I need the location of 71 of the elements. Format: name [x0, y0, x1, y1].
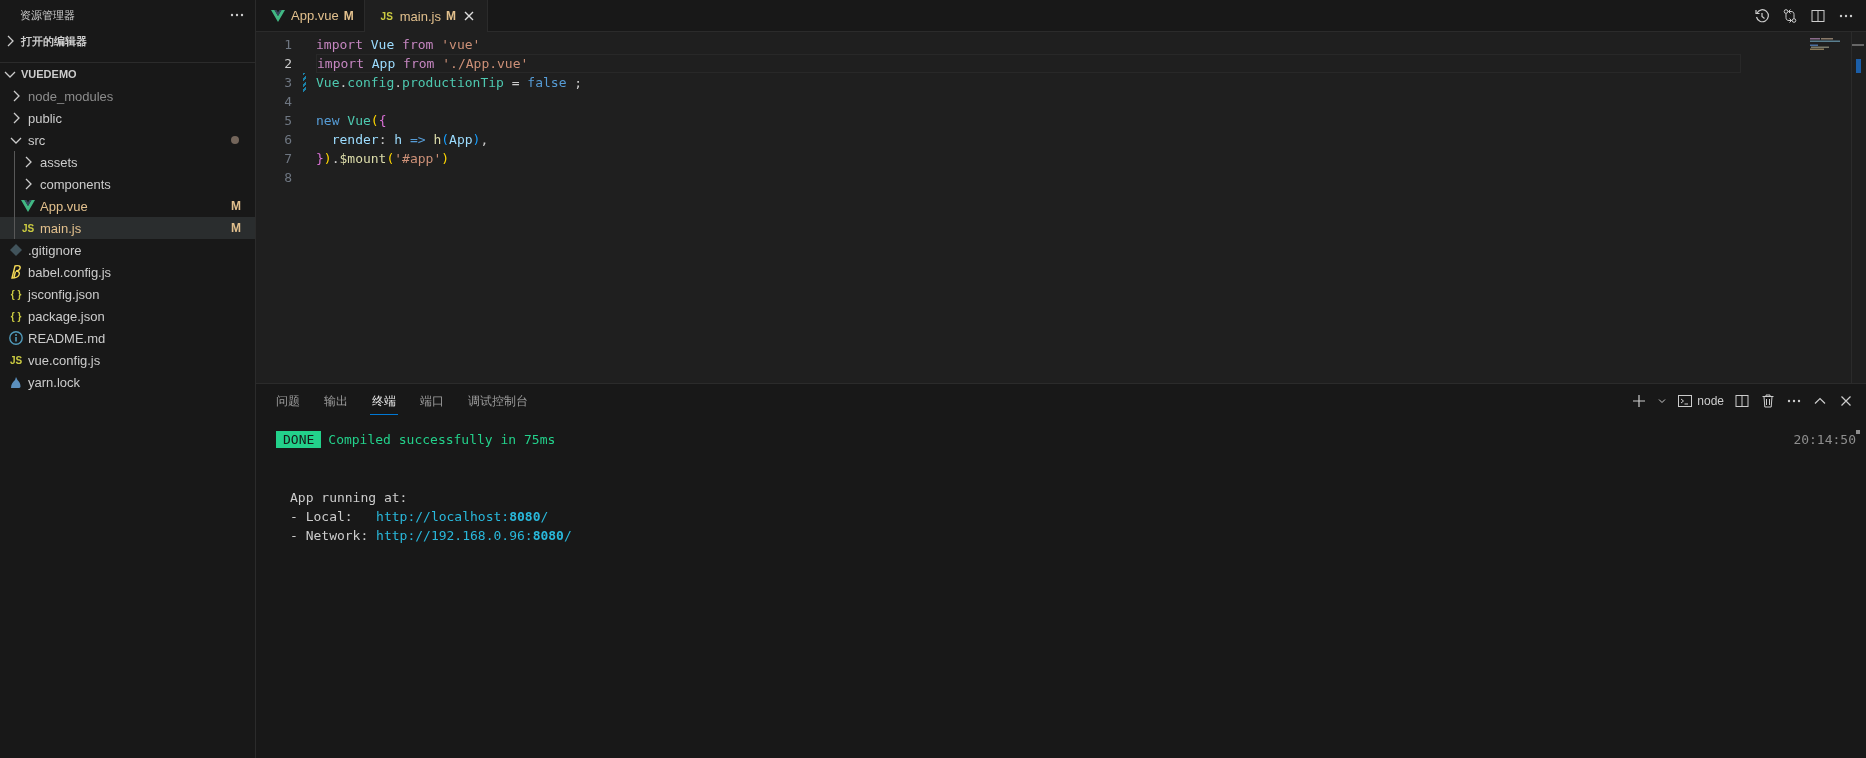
panel-tab[interactable]: 终端	[370, 387, 398, 415]
code-line: Vue.config.productionTip = false ;	[316, 75, 583, 90]
terminal-line: App running at:	[290, 489, 409, 507]
section-header[interactable]: VUEDEMO	[0, 62, 255, 85]
code-line: render: h => h(App),	[330, 132, 489, 147]
file-type-icon: JS	[8, 354, 24, 366]
url-link[interactable]: http://localhost:8080/	[376, 507, 549, 526]
file-type-icon: { }	[8, 310, 24, 322]
babel-icon	[8, 264, 24, 280]
terminal-selector[interactable]: node	[1677, 393, 1724, 409]
code-line: import App from './App.vue'	[317, 56, 529, 71]
terminal-label: - Local:	[290, 508, 354, 526]
tree-item[interactable]: node_modules	[0, 85, 255, 107]
tree-item[interactable]: assets	[0, 151, 255, 173]
file-type-icon: JS	[20, 222, 36, 234]
tree-item[interactable]: README.md	[0, 327, 255, 349]
line-number: 8	[283, 170, 292, 185]
scrollbar-marker	[1852, 44, 1864, 46]
tree-item[interactable]: components	[0, 173, 255, 195]
tree-item[interactable]: babel.config.js	[0, 261, 255, 283]
modified-label: M	[231, 199, 241, 213]
split-editor-icon[interactable]	[1810, 7, 1826, 24]
editor-tab[interactable]: JS main.js M	[364, 0, 488, 32]
vue-icon	[270, 7, 286, 24]
tree-item[interactable]: JS vue.config.js	[0, 349, 255, 371]
editor-tab[interactable]: App.vue M	[256, 0, 365, 31]
tree-item[interactable]: App.vue M	[0, 195, 255, 217]
line-number: 5	[283, 113, 292, 128]
line-number: 4	[283, 94, 292, 109]
line-number: 1	[283, 37, 292, 52]
status-badge: DONE	[276, 431, 322, 448]
chevron-down-icon[interactable]	[1657, 396, 1668, 406]
compare-changes-icon[interactable]	[1782, 7, 1798, 24]
diamond-icon	[8, 242, 24, 258]
sidebar-title: 资源管理器	[20, 7, 75, 23]
trash-icon[interactable]	[1760, 393, 1776, 409]
code-line: import Vue from 'vue'	[316, 37, 481, 52]
split-terminal-icon[interactable]	[1734, 393, 1750, 409]
panel-tab[interactable]: 调试控制台	[466, 387, 530, 415]
line-number: 3	[283, 75, 292, 90]
tree-item[interactable]: { } package.json	[0, 305, 255, 327]
change-marker	[1856, 59, 1861, 73]
plus-icon[interactable]	[1631, 393, 1648, 409]
code-line: }).$mount('#app')	[316, 151, 450, 166]
tree-item[interactable]: .gitignore	[0, 239, 255, 261]
line-number: 6	[283, 132, 292, 147]
line-number: 2	[283, 56, 292, 71]
terminal-label: - Network:	[290, 527, 370, 545]
timestamp: 20:14:50	[1793, 432, 1856, 447]
modified-label: M	[445, 9, 456, 23]
panel-tab[interactable]: 输出	[322, 387, 350, 415]
terminal-icon	[1677, 393, 1694, 409]
code-line: new Vue({	[316, 113, 387, 128]
tree-item[interactable]: yarn.lock	[0, 371, 255, 393]
history-icon[interactable]	[1754, 7, 1770, 24]
tree-item[interactable]: public	[0, 107, 255, 129]
terminal-message: Compiled successfully in 75ms	[328, 432, 556, 447]
info-icon	[8, 330, 24, 346]
file-type-icon: { }	[8, 288, 24, 300]
modified-label: M	[343, 8, 354, 23]
line-number: 7	[283, 151, 292, 166]
tree-item[interactable]: JS main.js M	[0, 217, 255, 239]
file-type-icon: JS	[378, 10, 395, 22]
section-header[interactable]: 打开的编辑器	[0, 30, 255, 52]
tree-item[interactable]: src	[0, 129, 255, 151]
vue-icon	[20, 198, 36, 214]
url-link[interactable]: http://192.168.0.96:8080/	[376, 526, 572, 545]
panel-tab[interactable]: 问题	[274, 387, 302, 415]
panel-tab[interactable]: 端口	[418, 387, 446, 415]
modified-label: M	[231, 221, 241, 235]
tree-item[interactable]: { } jsconfig.json	[0, 283, 255, 305]
